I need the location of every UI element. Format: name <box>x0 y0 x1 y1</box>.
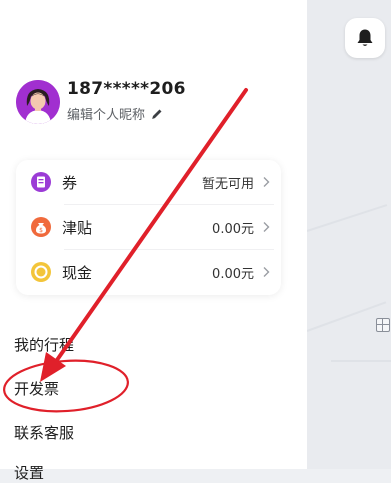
wallet-item-label: 现金 <box>62 263 93 282</box>
chevron-right-icon <box>263 222 270 232</box>
wallet-item-label: 津贴 <box>62 218 93 237</box>
map-road <box>306 204 388 232</box>
side-drawer: 187*****206 编辑个人昵称 券 暂无可用 $ 津贴 0.00元 现金 … <box>0 0 307 482</box>
notification-button[interactable] <box>345 18 385 58</box>
wallet-item-value: 暂无可用 <box>201 176 254 192</box>
menu-item-customer-service[interactable]: 联系客服 <box>14 422 74 443</box>
map-grid-marker-icon <box>376 318 390 332</box>
map-area[interactable] <box>306 0 391 469</box>
map-road <box>306 301 387 332</box>
wallet-item-value: 0.00元 <box>212 266 254 282</box>
wallet-item-coupon[interactable]: 券 暂无可用 <box>30 160 270 204</box>
money-bag-icon: $ <box>31 217 51 237</box>
edit-nickname-label: 编辑个人昵称 <box>67 108 146 123</box>
menu-item-settings[interactable]: 设置 <box>14 462 44 483</box>
coin-icon <box>31 262 51 282</box>
chevron-right-icon <box>263 177 270 187</box>
menu-item-my-trips[interactable]: 我的行程 <box>14 334 74 355</box>
menu-item-invoice[interactable]: 开发票 <box>14 378 59 399</box>
coupon-icon <box>31 172 51 192</box>
wallet-item-cash[interactable]: 现金 0.00元 <box>30 250 270 294</box>
svg-text:$: $ <box>39 227 43 234</box>
user-avatar-icon[interactable] <box>16 80 60 124</box>
edit-nickname-link[interactable]: 编辑个人昵称 <box>67 104 163 123</box>
chevron-right-icon <box>263 267 270 277</box>
wallet-item-allowance[interactable]: $ 津贴 0.00元 <box>30 205 270 249</box>
user-phone-number: 187*****206 <box>67 79 186 99</box>
map-road <box>331 360 391 362</box>
pencil-icon <box>152 109 162 119</box>
bell-icon <box>357 29 373 46</box>
wallet-item-label: 券 <box>62 173 78 192</box>
wallet-card: 券 暂无可用 $ 津贴 0.00元 现金 0.00元 <box>16 160 281 295</box>
wallet-item-value: 0.00元 <box>212 221 254 237</box>
